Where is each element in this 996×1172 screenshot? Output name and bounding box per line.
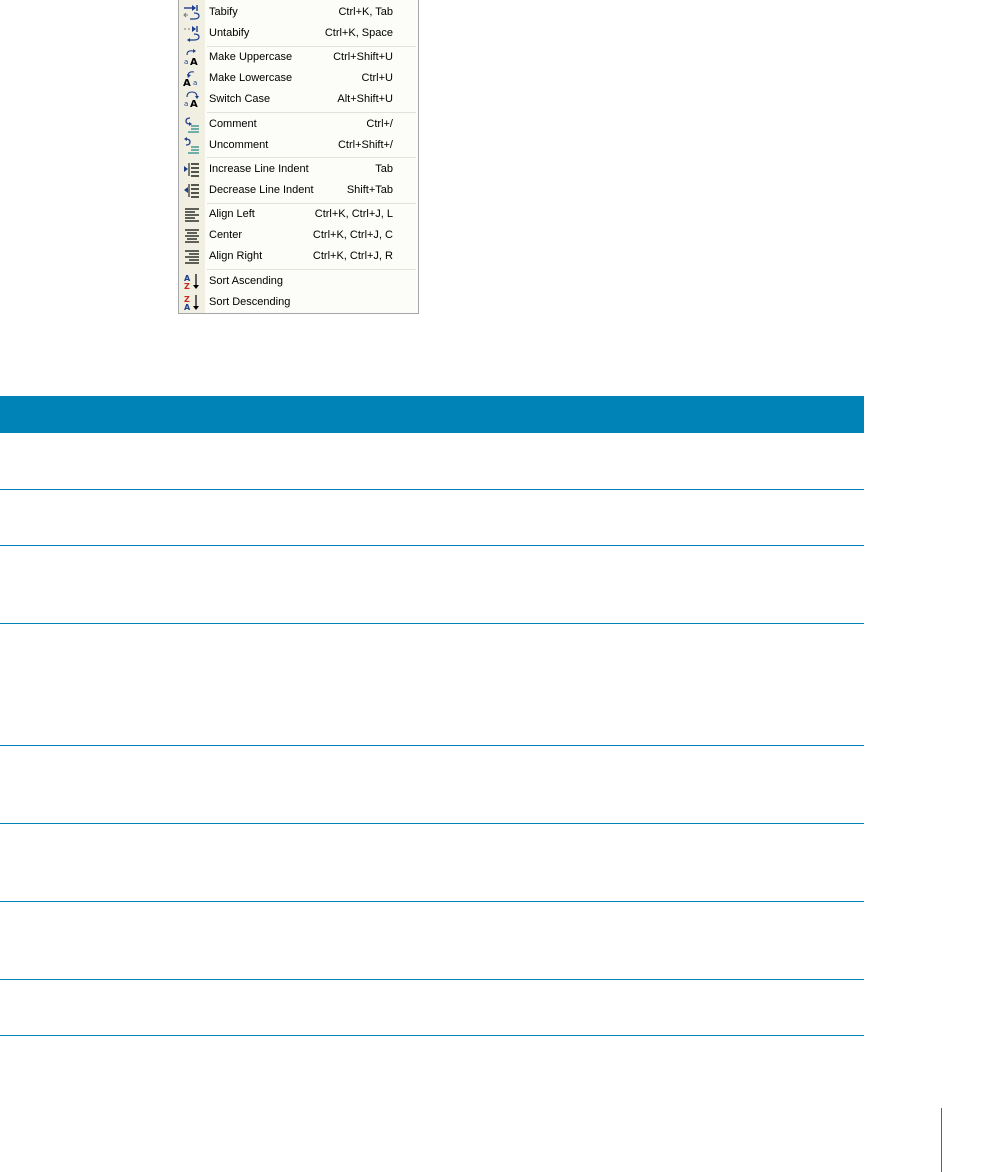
format-context-menu: Tabify Ctrl+K, Tab Untabify Ctrl+K, Spac… xyxy=(178,0,419,314)
menu-item-center[interactable]: Center Ctrl+K, Ctrl+J, C xyxy=(179,225,418,246)
menu-item-align-right[interactable]: Align Right Ctrl+K, Ctrl+J, R xyxy=(179,246,418,267)
menu-item-uncomment[interactable]: Uncomment Ctrl+Shift+/ xyxy=(179,135,418,156)
menu-item-label: Align Right xyxy=(209,250,263,262)
table-row-divider xyxy=(0,545,864,546)
menu-separator xyxy=(207,157,416,158)
table-row-divider xyxy=(0,823,864,824)
align-center-icon xyxy=(185,229,199,243)
table-row-divider xyxy=(0,623,864,624)
menu-item-comment[interactable]: Comment Ctrl+/ xyxy=(179,114,418,135)
menu-item-label: Make Lowercase xyxy=(209,72,293,84)
menu-item-sort-ascending[interactable]: A Z Sort Ascending xyxy=(179,271,418,292)
menu-item-shortcut: Ctrl+U xyxy=(361,72,393,84)
make-uppercase-icon: a A xyxy=(184,49,198,66)
menu-item-shortcut: Ctrl+K, Ctrl+J, R xyxy=(312,250,393,262)
menu-item-label: Uncomment xyxy=(209,139,269,151)
menu-item-shortcut: Shift+Tab xyxy=(346,184,393,196)
menu-item-make-lowercase[interactable]: A a Make Lowercase Ctrl+U xyxy=(179,68,418,89)
menu-item-increase-line-indent[interactable]: Increase Line Indent Tab xyxy=(179,159,418,180)
decrease-indent-icon xyxy=(184,184,199,198)
tabify-icon xyxy=(183,5,200,20)
menu-item-shortcut: Alt+Shift+U xyxy=(337,93,393,105)
increase-indent-icon xyxy=(184,163,199,177)
menu-item-shortcut: Ctrl+K, Tab xyxy=(338,6,393,18)
svg-text:A: A xyxy=(183,78,191,87)
menu-item-tabify[interactable]: Tabify Ctrl+K, Tab xyxy=(179,2,418,23)
menu-item-label: Sort Ascending xyxy=(209,275,283,287)
menu-item-make-uppercase[interactable]: a A Make Uppercase Ctrl+Shift+U xyxy=(179,47,418,68)
menu-item-label: Switch Case xyxy=(209,93,271,105)
svg-text:a: a xyxy=(184,58,188,66)
menu-item-label: Comment xyxy=(209,118,257,130)
menu-item-label: Sort Descending xyxy=(209,296,291,308)
sort-descending-icon: Z A xyxy=(184,295,199,311)
menu-item-shortcut: Ctrl+Shift+U xyxy=(333,51,393,63)
table-header xyxy=(0,396,864,433)
table-row-divider xyxy=(0,901,864,902)
svg-text:Z: Z xyxy=(184,282,190,290)
make-lowercase-icon: A a xyxy=(183,71,197,87)
svg-text:a: a xyxy=(193,79,197,87)
menu-item-switch-case[interactable]: a A Switch Case Alt+Shift+U xyxy=(179,89,418,110)
svg-text:A: A xyxy=(184,303,191,311)
menu-item-label: Make Uppercase xyxy=(209,51,293,63)
menu-item-label: Align Left xyxy=(209,208,255,220)
menu-item-label: Center xyxy=(209,229,243,241)
menu-item-shortcut: Ctrl+K, Ctrl+J, C xyxy=(312,229,393,241)
align-right-icon xyxy=(185,250,199,264)
menu-item-shortcut: Tab xyxy=(375,163,393,175)
untabify-icon xyxy=(184,26,200,42)
svg-text:A: A xyxy=(190,57,198,66)
table-row-divider xyxy=(0,1035,864,1036)
page-margin-rule xyxy=(941,1108,942,1172)
menu-item-align-left[interactable]: Align Left Ctrl+K, Ctrl+J, L xyxy=(179,204,418,225)
table-row-divider xyxy=(0,489,864,490)
menu-separator xyxy=(207,269,416,270)
table-row-divider xyxy=(0,745,864,746)
menu-item-sort-descending[interactable]: Z A Sort Descending xyxy=(179,292,418,313)
uncomment-icon xyxy=(184,137,199,154)
menu-item-label: Decrease Line Indent xyxy=(209,184,314,196)
menu-item-shortcut: Ctrl+K, Ctrl+J, L xyxy=(314,208,393,220)
align-left-icon xyxy=(185,208,199,222)
svg-text:a: a xyxy=(184,100,188,108)
svg-text:A: A xyxy=(190,99,198,108)
menu-item-shortcut: Ctrl+/ xyxy=(366,118,393,130)
menu-item-label: Tabify xyxy=(209,6,238,18)
sort-ascending-icon: A Z xyxy=(184,274,199,290)
comment-icon xyxy=(185,117,199,133)
menu-item-untabify[interactable]: Untabify Ctrl+K, Space xyxy=(179,23,418,44)
table-row-divider xyxy=(0,979,864,980)
menu-item-label: Untabify xyxy=(209,27,250,39)
switch-case-icon: a A xyxy=(184,91,199,108)
menu-item-shortcut: Ctrl+Shift+/ xyxy=(337,139,393,151)
menu-item-label: Increase Line Indent xyxy=(209,163,309,175)
menu-separator xyxy=(207,112,416,113)
menu-item-shortcut: Ctrl+K, Space xyxy=(324,27,393,39)
menu-item-decrease-line-indent[interactable]: Decrease Line Indent Shift+Tab xyxy=(179,180,418,201)
